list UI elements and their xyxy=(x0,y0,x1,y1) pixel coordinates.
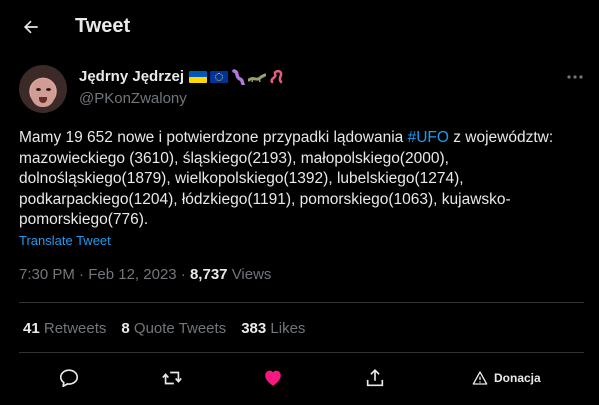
warning-triangle-icon xyxy=(472,371,488,385)
worm-icon xyxy=(232,69,245,85)
donate-button[interactable]: Donacja xyxy=(472,364,541,392)
quotes-label: Quote Tweets xyxy=(133,320,227,337)
retweets-stat[interactable]: 41 Retweets xyxy=(23,320,106,338)
likes-label: Likes xyxy=(270,320,306,337)
share-icon xyxy=(366,369,384,387)
meta-separator: · xyxy=(79,266,85,283)
divider xyxy=(19,302,584,303)
likes-count: 383 xyxy=(241,320,267,337)
divider xyxy=(19,352,584,353)
more-horizontal-icon xyxy=(567,75,583,79)
translate-tweet-link[interactable]: Translate Tweet xyxy=(19,233,111,248)
author-display-name[interactable]: Jędrny Jędrzej xyxy=(79,68,184,86)
tweet-actions: Donacja xyxy=(0,358,599,398)
tweet-date[interactable]: Feb 12, 2023 xyxy=(88,266,176,283)
views-label: Views xyxy=(231,266,272,283)
hashtag-link[interactable]: #UFO xyxy=(408,129,449,146)
flag-eu-icon xyxy=(210,71,229,83)
like-button[interactable] xyxy=(262,364,284,392)
flag-ukraine-icon xyxy=(189,71,208,83)
heart-icon xyxy=(265,370,281,386)
tweet-text: Mamy 19 652 nowe i potwierdzone przypadk… xyxy=(19,128,584,231)
snake-icon xyxy=(270,69,283,84)
page-title: Tweet xyxy=(75,15,131,37)
author-handle[interactable]: @PKonZwalony xyxy=(79,90,187,108)
arrow-left-icon xyxy=(23,20,38,34)
retweet-icon xyxy=(162,371,182,385)
quote-tweets-stat[interactable]: 8 Quote Tweets xyxy=(121,320,226,338)
tweet-header: Tweet xyxy=(0,0,599,53)
donate-label: Donacja xyxy=(494,371,541,385)
tweet-meta: 7:30 PM · Feb 12, 2023 · 8,737 Views xyxy=(19,266,271,284)
retweet-button[interactable] xyxy=(161,364,183,392)
views-count: 8,737 xyxy=(189,266,228,283)
back-button[interactable] xyxy=(14,10,48,44)
tweet-stats: 41 Retweets 8 Quote Tweets 383 Likes xyxy=(23,320,305,338)
name-emojis xyxy=(189,69,285,85)
retweets-label: Retweets xyxy=(43,320,107,337)
lizard-icon xyxy=(248,73,267,83)
tweet-time[interactable]: 7:30 PM xyxy=(19,266,75,283)
retweets-count: 41 xyxy=(23,320,40,337)
share-button[interactable] xyxy=(364,364,386,392)
quotes-count: 8 xyxy=(121,320,130,337)
reply-button[interactable] xyxy=(58,364,80,392)
avatar[interactable] xyxy=(19,65,67,113)
tweet-text-start: Mamy 19 652 nowe i potwierdzone przypadk… xyxy=(19,129,408,146)
meta-separator: · xyxy=(180,266,186,283)
more-options-button[interactable] xyxy=(563,68,587,86)
likes-stat[interactable]: 383 Likes xyxy=(241,320,305,338)
reply-icon xyxy=(59,369,79,388)
author-name-row[interactable]: Jędrny Jędrzej xyxy=(79,68,285,86)
